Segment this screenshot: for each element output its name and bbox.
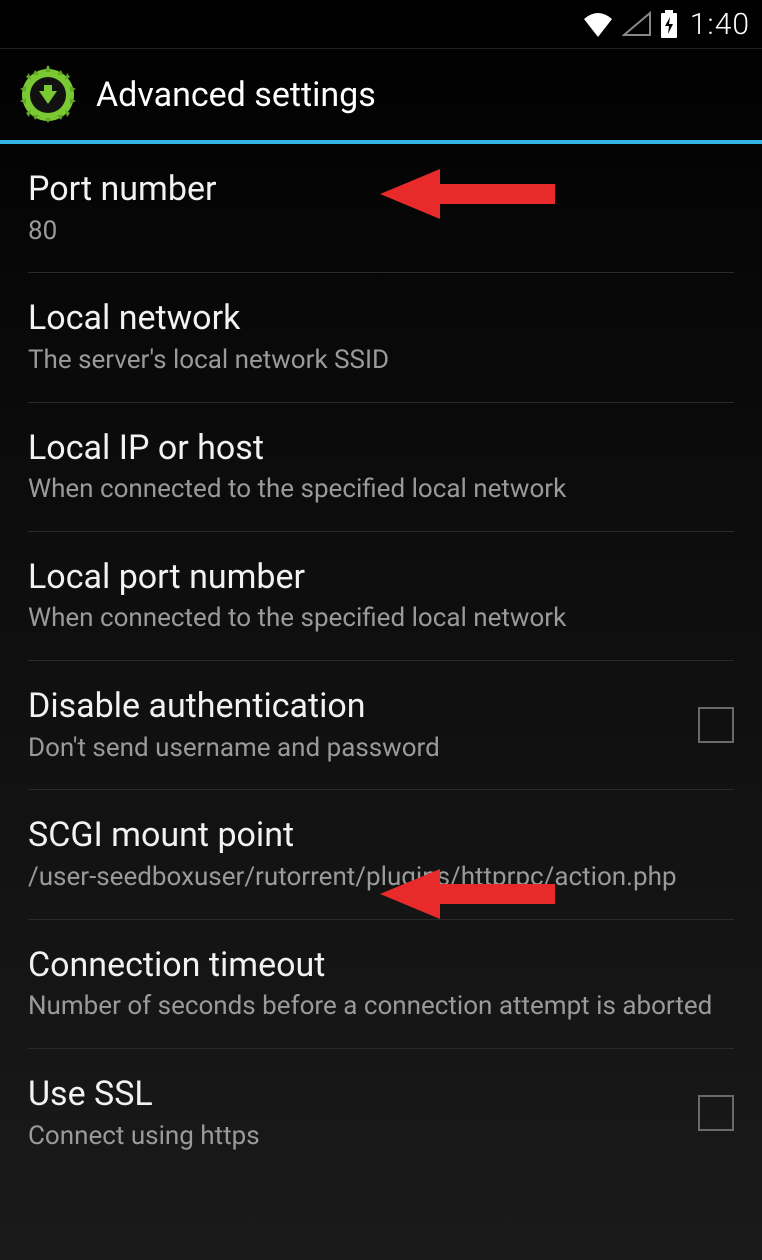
- setting-title: Local network: [28, 297, 734, 340]
- setting-value: /user-seedboxuser/rutorrent/plugins/http…: [28, 861, 734, 895]
- setting-local-network[interactable]: Local network The server's local network…: [28, 273, 734, 402]
- setting-title: Disable authentication: [28, 685, 678, 728]
- status-time: 1:40: [690, 7, 750, 42]
- setting-disable-auth[interactable]: Disable authentication Don't send userna…: [28, 661, 734, 790]
- setting-subtitle: When connected to the specified local ne…: [28, 473, 734, 507]
- settings-list[interactable]: Port number 80 Local network The server'…: [0, 144, 762, 1177]
- setting-title: SCGI mount point: [28, 814, 734, 857]
- app-header: Advanced settings: [0, 48, 762, 140]
- setting-title: Port number: [28, 168, 734, 211]
- setting-subtitle: Connect using https: [28, 1120, 678, 1154]
- setting-subtitle: When connected to the specified local ne…: [28, 602, 734, 636]
- battery-charging-icon: [660, 9, 678, 39]
- setting-local-ip[interactable]: Local IP or host When connected to the s…: [28, 403, 734, 532]
- setting-use-ssl[interactable]: Use SSL Connect using https: [28, 1049, 734, 1177]
- setting-connection-timeout[interactable]: Connection timeout Number of seconds bef…: [28, 920, 734, 1049]
- checkbox-disable-auth[interactable]: [698, 707, 734, 743]
- setting-title: Local IP or host: [28, 427, 734, 470]
- cell-signal-icon: [622, 11, 652, 37]
- checkbox-use-ssl[interactable]: [698, 1095, 734, 1131]
- wifi-icon: [582, 11, 614, 37]
- setting-scgi-mount[interactable]: SCGI mount point /user-seedboxuser/rutor…: [28, 790, 734, 919]
- status-bar: 1:40: [0, 0, 762, 48]
- setting-subtitle: Number of seconds before a connection at…: [28, 990, 734, 1024]
- setting-subtitle: Don't send username and password: [28, 732, 678, 766]
- page-title: Advanced settings: [96, 75, 376, 115]
- setting-title: Connection timeout: [28, 944, 734, 987]
- setting-local-port[interactable]: Local port number When connected to the …: [28, 532, 734, 661]
- setting-title: Local port number: [28, 556, 734, 599]
- setting-port-number[interactable]: Port number 80: [28, 144, 734, 273]
- app-icon: [18, 65, 78, 125]
- setting-subtitle: The server's local network SSID: [28, 344, 734, 378]
- setting-value: 80: [28, 215, 734, 249]
- setting-title: Use SSL: [28, 1073, 678, 1116]
